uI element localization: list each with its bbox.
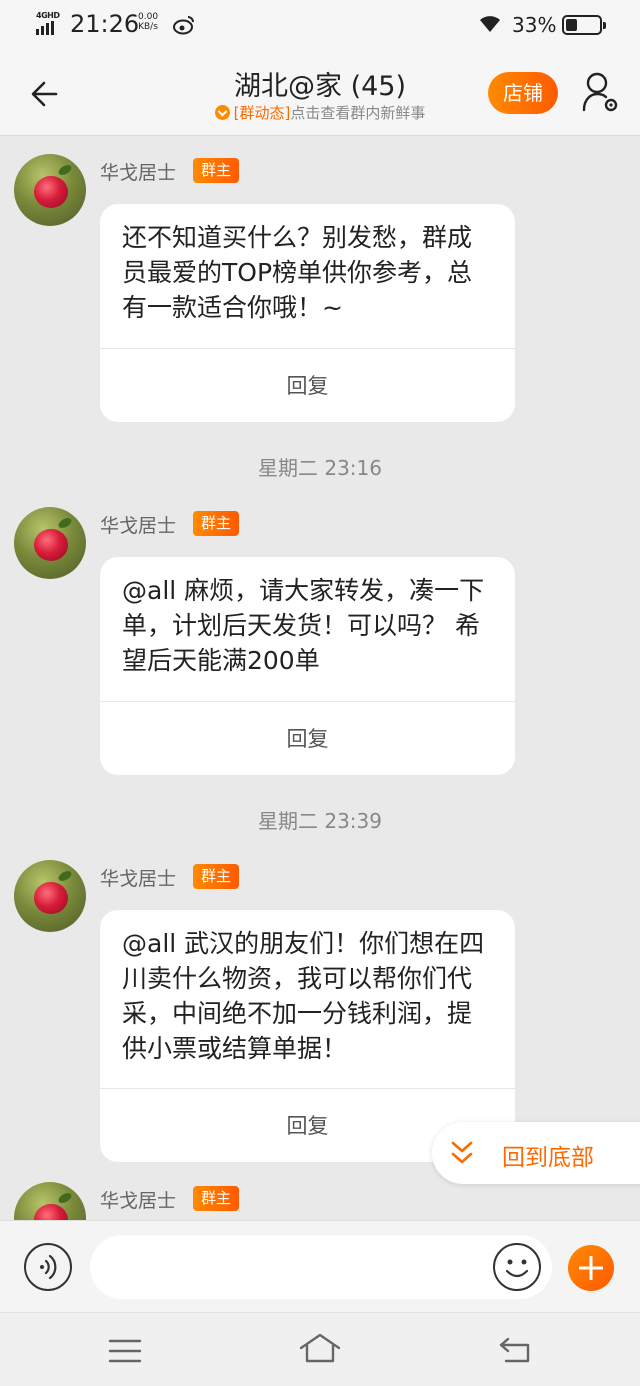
shop-button[interactable]: 店铺 bbox=[488, 72, 558, 114]
back-to-bottom-label: 回到底部 bbox=[502, 1145, 594, 1171]
cellular-signal-icon: 4GHD bbox=[36, 11, 64, 35]
message-bubble[interactable]: 还不知道买什么？别发愁，群成员最爱的TOP榜单供你参考，总有一款适合你哦！~ 回… bbox=[100, 204, 515, 422]
input-bar bbox=[0, 1220, 640, 1312]
battery-icon bbox=[562, 15, 606, 35]
group-owner-badge: 群主 bbox=[193, 1186, 240, 1211]
voice-icon bbox=[40, 1254, 57, 1280]
voice-input-button[interactable] bbox=[24, 1243, 72, 1291]
avatar[interactable] bbox=[14, 1182, 86, 1220]
sender-name: 华戈居士 bbox=[100, 515, 177, 537]
home-icon[interactable] bbox=[298, 1331, 342, 1365]
message-input[interactable] bbox=[90, 1235, 552, 1299]
more-actions-button[interactable] bbox=[568, 1245, 614, 1291]
weibo-icon bbox=[173, 16, 194, 35]
group-owner-badge: 群主 bbox=[193, 158, 240, 183]
network-speed-value: 0.00 bbox=[138, 12, 159, 22]
reply-button[interactable]: 回复 bbox=[100, 701, 515, 775]
message-text: @all 武汉的朋友们！你们想在四川卖什么物资，我可以帮你们代采，中间绝不加一分… bbox=[122, 929, 485, 1063]
avatar[interactable] bbox=[14, 154, 86, 226]
message-bubble[interactable]: @all 麻烦，请大家转发，凑一下单，计划后天发货！可以吗？ 希望后天能满200… bbox=[100, 557, 515, 775]
reply-button[interactable]: 回复 bbox=[100, 348, 515, 422]
group-settings-icon[interactable] bbox=[580, 70, 620, 116]
back-nav-icon[interactable] bbox=[498, 1335, 532, 1365]
battery-percent: 33% bbox=[512, 13, 557, 37]
double-chevron-down-icon bbox=[451, 1141, 473, 1164]
system-nav-bar bbox=[0, 1312, 640, 1386]
status-bar: 4GHD 21:26 0.00 KB/s 33% bbox=[0, 0, 640, 52]
message-timestamp: 星期二 23:39 bbox=[258, 809, 382, 833]
chat-message-list[interactable]: 华戈居士 群主 还不知道买什么？别发愁，群成员最爱的TOP榜单供你参考，总有一款… bbox=[0, 136, 640, 1220]
status-time: 21:26 bbox=[70, 10, 140, 38]
network-type: 4GHD bbox=[36, 11, 60, 20]
wifi-icon bbox=[480, 16, 500, 32]
message-text: @all 麻烦，请大家转发，凑一下单，计划后天发货！可以吗？ 希望后天能满200… bbox=[122, 576, 485, 675]
emoji-button[interactable] bbox=[493, 1243, 541, 1291]
network-speed: 0.00 KB/s bbox=[138, 12, 158, 32]
recent-apps-icon[interactable] bbox=[108, 1337, 142, 1365]
check-circle-icon bbox=[214, 105, 230, 120]
avatar[interactable] bbox=[14, 507, 86, 579]
chat-header: 湖北@家 (45) [群动态]点击查看群内新鲜事 店铺 bbox=[0, 52, 640, 136]
group-dynamics-text: 点击查看群内新鲜事 bbox=[290, 104, 426, 122]
sender-name: 华戈居士 bbox=[100, 1190, 177, 1212]
network-speed-unit: KB/s bbox=[138, 22, 158, 32]
smiley-icon bbox=[505, 1259, 529, 1278]
sender-name: 华戈居士 bbox=[100, 162, 177, 184]
sender-name: 华戈居士 bbox=[100, 868, 177, 890]
avatar[interactable] bbox=[14, 860, 86, 932]
message-timestamp: 星期二 23:16 bbox=[258, 456, 382, 480]
group-dynamics-tag: [群动态] bbox=[233, 104, 291, 122]
back-to-bottom-button[interactable]: 回到底部 bbox=[432, 1122, 640, 1184]
group-owner-badge: 群主 bbox=[193, 864, 240, 889]
message-text: 还不知道买什么？别发愁，群成员最爱的TOP榜单供你参考，总有一款适合你哦！~ bbox=[122, 223, 473, 322]
group-owner-badge: 群主 bbox=[193, 511, 240, 536]
